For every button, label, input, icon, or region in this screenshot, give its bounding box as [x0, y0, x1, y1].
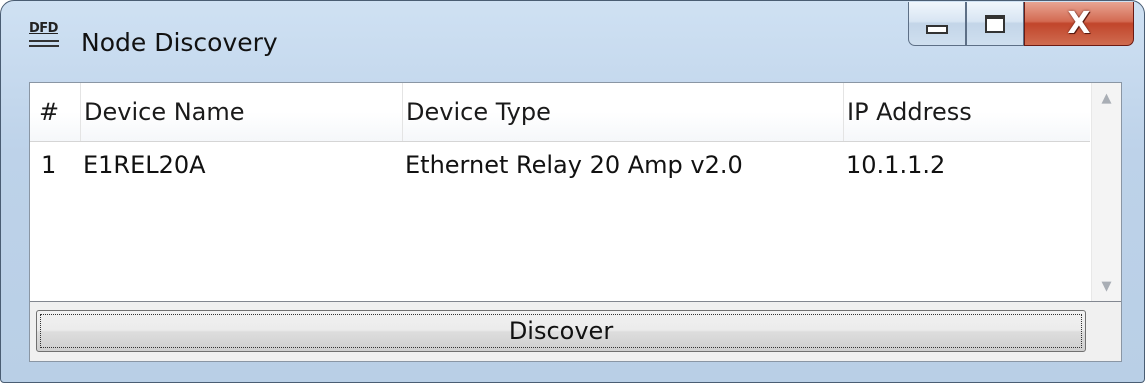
scroll-up-icon[interactable]: ▲: [1092, 85, 1121, 111]
row-ip-address: 10.1.1.2: [846, 151, 946, 179]
column-header-number[interactable]: #: [39, 83, 71, 141]
app-icon-lines: [29, 40, 59, 47]
close-icon: X: [1067, 5, 1091, 41]
vertical-scrollbar[interactable]: ▲ ▼: [1091, 83, 1121, 301]
row-device-name: E1REL20A: [83, 151, 206, 179]
row-device-type: Ethernet Relay 20 Amp v2.0: [405, 151, 743, 179]
close-button[interactable]: X: [1024, 2, 1134, 46]
scroll-down-icon[interactable]: ▼: [1092, 273, 1121, 299]
discover-button[interactable]: Discover: [36, 310, 1086, 352]
app-icon: DFD: [29, 21, 61, 61]
column-header-device-name[interactable]: Device Name: [80, 83, 402, 141]
minimize-icon: [926, 25, 948, 34]
app-icon-label: DFD: [29, 21, 58, 36]
column-header-ip-address[interactable]: IP Address: [843, 83, 1090, 141]
window-title: Node Discovery: [81, 28, 278, 57]
node-discovery-window: DFD Node Discovery X # Device Name Devic…: [0, 0, 1145, 383]
minimize-button[interactable]: [908, 2, 966, 46]
title-bar[interactable]: DFD Node Discovery X: [1, 1, 1144, 81]
column-header-device-type[interactable]: Device Type: [402, 83, 834, 141]
discover-button-label: Discover: [508, 317, 614, 345]
device-list[interactable]: # Device Name Device Type IP Address 1 E…: [30, 83, 1121, 302]
maximize-icon: [985, 14, 1005, 33]
row-number: 1: [41, 151, 57, 179]
window-controls: X: [908, 2, 1134, 46]
client-area: # Device Name Device Type IP Address 1 E…: [29, 82, 1122, 362]
table-row[interactable]: 1 E1REL20A Ethernet Relay 20 Amp v2.0 10…: [30, 141, 1090, 189]
maximize-button[interactable]: [966, 2, 1024, 46]
list-header: # Device Name Device Type IP Address: [30, 83, 1090, 142]
